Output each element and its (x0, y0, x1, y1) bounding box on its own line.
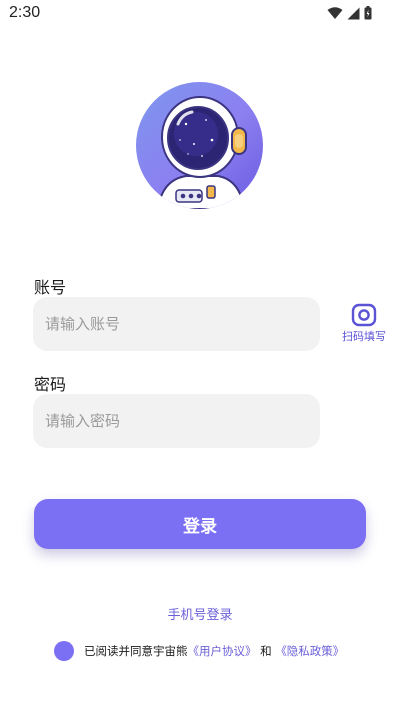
login-page: 2:30 账号 请输入账号 扫码填写 密码 登录 手机号登录 已阅读并同意宇宙熊… (0, 0, 400, 711)
password-input[interactable] (33, 394, 320, 448)
scan-icon (351, 303, 377, 327)
astronaut-illustration (156, 96, 247, 209)
user-agreement-link[interactable]: 《用户协议》 (188, 644, 257, 658)
account-input[interactable] (33, 297, 320, 351)
status-time: 2:30 (9, 4, 41, 21)
agreement-text: 已阅读并同意宇宙熊《用户协议》 和 《隐私政策》 (84, 643, 344, 659)
account-field[interactable] (33, 297, 320, 351)
wifi-icon (327, 6, 343, 19)
agreement-row: 已阅读并同意宇宙熊《用户协议》 和 《隐私政策》 (54, 641, 344, 661)
signal-icon (347, 7, 360, 19)
scan-fill-label: 扫码填写 (342, 330, 386, 343)
agreement-radio[interactable] (54, 641, 74, 661)
login-button[interactable]: 登录 (34, 499, 366, 549)
agreement-and: 和 (260, 644, 272, 658)
status-bar: 2:30 (0, 0, 400, 28)
astronaut-avatar (136, 82, 263, 209)
password-field[interactable] (33, 394, 320, 448)
privacy-policy-link[interactable]: 《隐私政策》 (275, 644, 344, 658)
phone-login-link[interactable]: 手机号登录 (0, 604, 400, 623)
account-label: 账号 (34, 278, 67, 297)
battery-icon (364, 6, 372, 20)
password-label: 密码 (34, 375, 67, 394)
scan-fill-button[interactable]: 扫码填写 (336, 303, 392, 347)
status-icons (327, 6, 372, 20)
agreement-prefix: 已阅读并同意宇宙熊 (84, 644, 188, 658)
login-button-label: 登录 (183, 516, 217, 537)
